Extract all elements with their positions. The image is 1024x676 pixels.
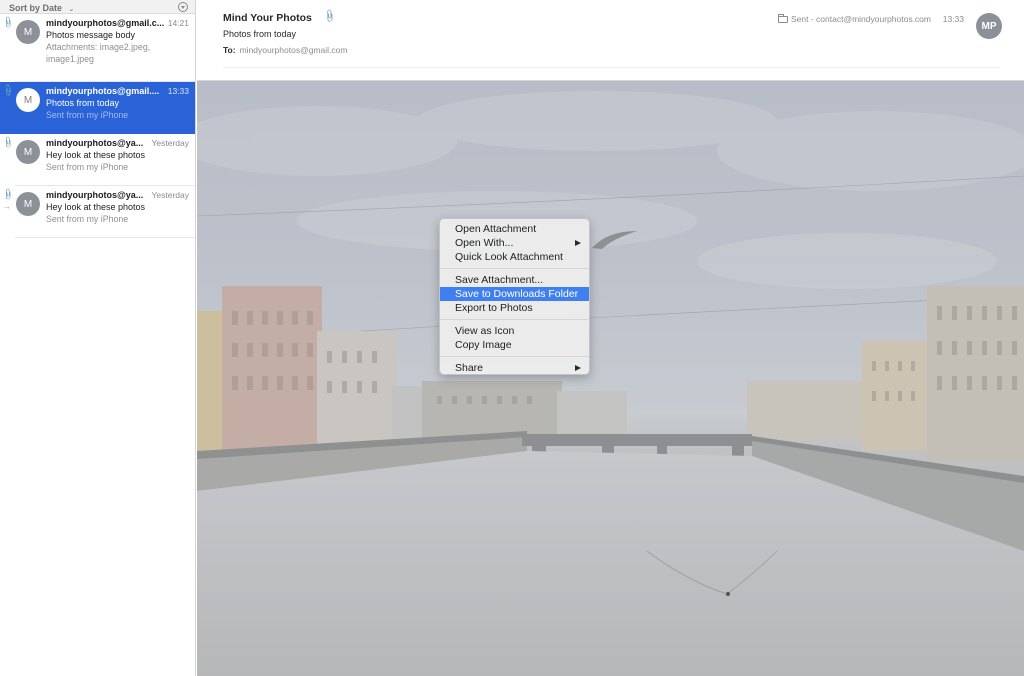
attachment-photo — [197, 91, 1024, 676]
message-subject: Hey look at these photos — [46, 150, 146, 160]
menu-item-label: Share — [455, 362, 484, 374]
context-menu: Open Attachment Open With... Quick Look … — [439, 218, 590, 375]
image-attachment[interactable] — [197, 81, 1024, 676]
message-subject: Photos from today — [46, 98, 120, 108]
menu-save-attachment[interactable]: Save Attachment... — [440, 273, 589, 287]
sender-avatar: MP — [976, 13, 1002, 39]
menu-item-label: Export to Photos — [455, 302, 533, 314]
forwarded-arrow-icon: → — [3, 202, 11, 211]
paperclip-icon: 📎 — [322, 8, 338, 24]
menu-item-label: Open Attachment — [455, 223, 537, 235]
message-time: Yesterday — [151, 138, 190, 148]
menu-separator — [440, 356, 589, 357]
message-item[interactable]: 📎 → M mindyourphotos@ya... Yesterday Hey… — [0, 186, 195, 238]
menu-separator — [440, 319, 589, 320]
sort-bar: Sort by Date ⌄ — [0, 0, 195, 14]
avatar: M — [16, 20, 40, 44]
message-sender: mindyourphotos@gmail.... — [46, 86, 160, 96]
sort-label: Sort by Date — [9, 2, 63, 13]
message-time: Yesterday — [151, 190, 190, 200]
to-label: To: — [223, 45, 236, 55]
message-sender: mindyourphotos@ya... — [46, 190, 144, 200]
menu-quick-look[interactable]: Quick Look Attachment — [440, 250, 589, 264]
header-divider — [223, 67, 1000, 68]
menu-save-to-downloads[interactable]: Save to Downloads Folder — [440, 287, 589, 301]
avatar: M — [16, 88, 40, 112]
menu-item-label: Copy Image — [455, 339, 512, 351]
menu-view-as-icon[interactable]: View as Icon — [440, 324, 589, 338]
message-item[interactable]: 📎 M mindyourphotos@gmail.c... 14:21 Phot… — [0, 14, 195, 82]
paperclip-icon: 📎 — [1, 135, 15, 150]
submenu-arrow-icon — [575, 365, 581, 371]
sender-name: Mind Your Photos — [223, 12, 312, 24]
message-sender: mindyourphotos@gmail.c... — [46, 18, 164, 28]
menu-item-label: View as Icon — [455, 325, 515, 337]
message-subject: Photos message body — [46, 30, 136, 40]
menu-export-to-photos[interactable]: Export to Photos — [440, 301, 589, 315]
paperclip-icon: 📎 — [1, 15, 15, 30]
recipient-address[interactable]: mindyourphotos@gmail.com — [240, 45, 348, 55]
message-item[interactable]: 📎 M mindyourphotos@ya... Yesterday Hey l… — [0, 134, 195, 186]
mail-app: Sort by Date ⌄ 📎 M mindyourphotos@gmail.… — [0, 0, 1024, 676]
menu-share[interactable]: Share — [440, 361, 589, 375]
message-preview: Sent from my iPhone — [46, 162, 129, 172]
message-preview: Sent from my iPhone — [46, 214, 129, 224]
avatar: M — [16, 192, 40, 216]
recipient-line: To: mindyourphotos@gmail.com — [223, 45, 347, 55]
message-subject: Hey look at these photos — [46, 202, 146, 212]
message-list: Sort by Date ⌄ 📎 M mindyourphotos@gmail.… — [0, 0, 196, 676]
message-time: 13:33 — [167, 86, 189, 96]
message-view: Mind Your Photos 📎 Photos from today To:… — [197, 0, 1024, 676]
message-time: 14:21 — [167, 18, 189, 28]
filter-icon[interactable] — [178, 1, 188, 12]
submenu-arrow-icon — [575, 240, 581, 246]
menu-item-label: Quick Look Attachment — [455, 251, 563, 263]
clouds — [197, 91, 1024, 289]
folder-icon — [778, 13, 789, 23]
mailbox-info: Sent - contact@mindyourphotos.com — [778, 13, 931, 24]
message-subject: Photos from today — [223, 29, 297, 39]
message-item-selected[interactable]: 📎 M mindyourphotos@gmail.... 13:33 Photo… — [0, 82, 195, 134]
chevron-down-icon: ⌄ — [68, 5, 75, 13]
menu-item-label: Save Attachment... — [455, 274, 544, 286]
mailbox-label: Sent - contact@mindyourphotos.com — [791, 14, 931, 24]
menu-item-label: Save to Downloads Folder — [455, 288, 579, 300]
menu-item-label: Open With... — [455, 237, 514, 249]
paperclip-icon: 📎 — [1, 187, 15, 202]
divider — [15, 237, 195, 238]
message-header: Mind Your Photos 📎 Photos from today To:… — [197, 0, 1024, 81]
message-preview: Attachments: image2.jpeg, image1.jpeg — [46, 42, 151, 64]
avatar: M — [16, 140, 40, 164]
menu-open-attachment[interactable]: Open Attachment — [440, 222, 589, 236]
paperclip-icon: 📎 — [1, 83, 15, 98]
menu-copy-image[interactable]: Copy Image — [440, 338, 589, 352]
duck — [726, 592, 730, 596]
message-preview: Sent from my iPhone — [46, 110, 129, 120]
message-sender: mindyourphotos@ya... — [46, 138, 144, 148]
message-time: 13:33 — [942, 14, 964, 24]
menu-separator — [440, 268, 589, 269]
menu-open-with[interactable]: Open With... — [440, 236, 589, 250]
